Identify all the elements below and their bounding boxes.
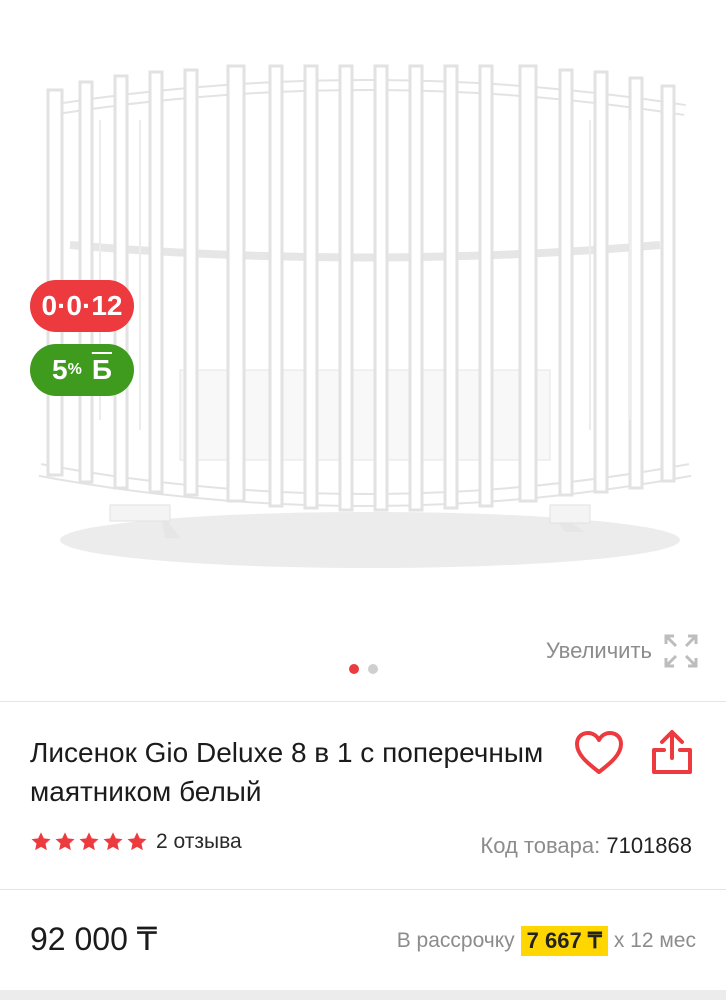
sku-value: 7101868	[606, 833, 692, 858]
installment-info: В рассрочку 7 667 ₸ x 12 мес	[397, 926, 696, 956]
star-icon	[79, 832, 99, 851]
installment-badge-text: 0·0·12	[41, 290, 123, 321]
share-button[interactable]	[648, 728, 696, 778]
gallery-dot-2[interactable]	[367, 664, 378, 674]
divider	[0, 701, 726, 702]
share-icon	[652, 730, 692, 774]
gallery-pagination	[0, 664, 726, 674]
product-sku: Код товара: 7101868	[480, 833, 692, 859]
installment-badge: 0·0·12	[30, 280, 134, 332]
zoom-button[interactable]: Увеличить	[546, 634, 698, 668]
bonus-percent-sign: %	[67, 361, 82, 378]
star-icon	[55, 832, 75, 851]
zoom-label: Увеличить	[545, 638, 652, 663]
sku-label: Код товара:	[480, 833, 601, 858]
installment-amount[interactable]: 7 667 ₸	[520, 926, 608, 956]
gallery-dot-1[interactable]	[348, 664, 359, 674]
installment-suffix: x 12 мес	[613, 929, 696, 952]
divider	[0, 889, 726, 890]
expand-icon	[664, 634, 698, 668]
bonus-badge: 5% Б	[30, 344, 134, 396]
favorite-button[interactable]	[572, 728, 626, 778]
bottom-strip	[0, 990, 726, 1000]
star-icon	[31, 832, 51, 851]
bonus-percent: 5	[52, 354, 68, 385]
product-title: Лисенок Gio Deluxe 8 в 1 с поперечным ма…	[30, 737, 544, 807]
product-price: 92 000 ₸	[30, 921, 158, 957]
star-icon	[127, 832, 147, 851]
rating-stars	[30, 831, 148, 853]
reviews-link[interactable]: 2 отзыва	[156, 830, 242, 854]
installment-prefix: В рассрочку	[396, 929, 515, 952]
star-icon	[103, 832, 123, 851]
product-gallery[interactable]: 0·0·12 5% Б Увеличить	[0, 0, 726, 700]
bonus-letter: Б	[91, 354, 112, 385]
heart-icon	[575, 731, 623, 774]
rating: 2 отзыва	[30, 830, 242, 854]
